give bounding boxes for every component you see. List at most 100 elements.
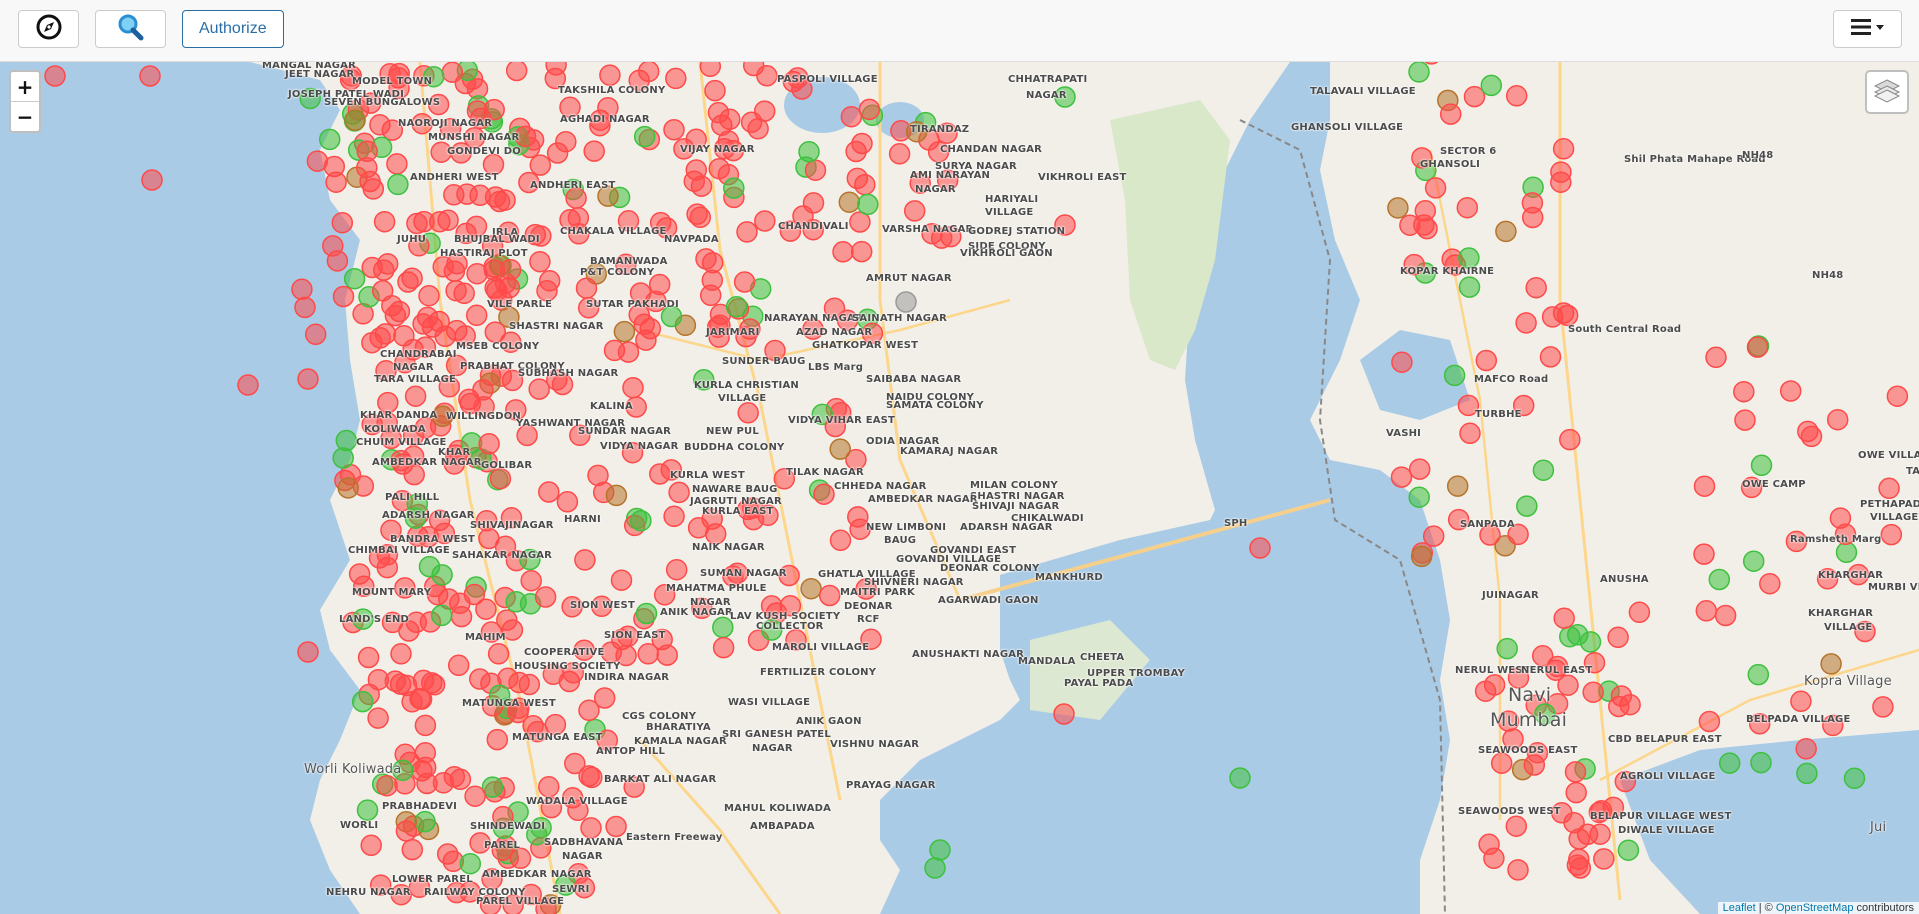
incident-marker[interactable] [141,169,163,191]
incident-marker[interactable] [348,563,371,585]
incident-marker[interactable] [344,109,366,131]
locate-button[interactable] [18,10,79,48]
incident-marker[interactable] [1872,696,1894,718]
incident-marker[interactable] [1495,220,1517,243]
incident-marker[interactable] [587,464,609,487]
incident-marker[interactable] [1229,767,1251,789]
incident-marker[interactable] [529,250,551,273]
incident-marker[interactable] [723,177,745,199]
incident-marker[interactable] [356,799,379,821]
incident-marker[interactable] [1408,458,1431,480]
incident-marker[interactable] [1582,681,1604,703]
incident-marker[interactable] [483,98,505,121]
incident-marker[interactable] [1553,607,1575,629]
incident-marker[interactable] [1557,674,1579,696]
incident-marker[interactable] [478,527,500,550]
incident-marker[interactable] [556,491,579,513]
incident-marker[interactable] [737,402,759,424]
incident-marker[interactable] [740,111,763,133]
incident-marker[interactable] [416,306,439,329]
incident-marker[interactable] [478,433,500,455]
menu-button[interactable] [1833,10,1902,48]
incident-marker[interactable] [1439,103,1462,125]
incident-marker[interactable] [322,235,344,257]
incident-marker[interactable] [1515,312,1537,334]
incident-marker[interactable] [1408,62,1430,83]
incident-marker[interactable] [742,62,765,77]
incident-marker[interactable] [1475,349,1498,372]
incident-marker[interactable] [665,67,687,90]
incident-marker[interactable] [464,785,486,807]
incident-marker[interactable] [369,114,391,136]
incident-marker[interactable] [895,291,917,313]
incident-marker[interactable] [1516,495,1538,517]
incident-marker[interactable] [1705,346,1727,369]
incident-marker[interactable] [1539,346,1562,368]
incident-marker[interactable] [505,62,528,82]
incident-marker[interactable] [1422,525,1445,547]
incident-marker[interactable] [404,385,427,407]
incident-marker[interactable] [1458,276,1481,298]
incident-marker[interactable] [463,583,486,606]
incident-marker[interactable] [465,304,488,327]
incident-marker[interactable] [1733,380,1755,403]
incident-marker[interactable] [903,200,926,222]
incident-marker[interactable] [707,101,730,124]
incident-marker[interactable] [447,654,470,677]
incident-marker[interactable] [1458,247,1480,269]
incident-marker[interactable] [1507,859,1529,881]
incident-marker[interactable] [858,98,881,121]
incident-marker[interactable] [318,128,341,151]
incident-marker[interactable] [489,467,512,490]
incident-marker[interactable] [294,296,316,319]
incident-marker[interactable] [529,154,552,176]
incident-marker[interactable] [1714,604,1737,627]
incident-marker[interactable] [851,132,873,155]
incident-marker[interactable] [800,577,822,600]
incident-marker[interactable] [804,159,827,181]
incident-marker[interactable] [1790,690,1812,713]
incident-marker[interactable] [1541,306,1564,328]
incident-marker[interactable] [1746,336,1769,358]
incident-marker[interactable] [538,776,560,798]
incident-marker[interactable] [469,184,491,207]
incident-marker[interactable] [929,839,951,861]
incident-marker[interactable] [1617,839,1640,861]
incident-marker[interactable] [635,602,658,625]
incident-marker[interactable] [1480,74,1503,97]
incident-marker[interactable] [1523,754,1546,776]
incident-marker[interactable] [1750,751,1772,774]
authorize-button[interactable]: Authorize [182,10,284,48]
incident-marker[interactable] [575,277,598,299]
incident-marker[interactable] [663,118,685,141]
incident-marker[interactable] [613,320,636,343]
incident-marker[interactable] [331,211,354,234]
incident-marker[interactable] [708,157,730,180]
incident-marker[interactable] [453,282,475,305]
incident-marker[interactable] [1563,811,1585,834]
incident-marker[interactable] [1390,466,1413,488]
incident-marker[interactable] [850,240,873,263]
incident-marker[interactable] [1532,459,1555,481]
incident-marker[interactable] [1759,572,1781,595]
incident-marker[interactable] [1552,138,1575,160]
incident-marker[interactable] [1478,833,1500,856]
incident-marker[interactable] [337,477,359,499]
incident-marker[interactable] [401,838,424,861]
incident-marker[interactable] [686,203,708,225]
incident-marker[interactable] [376,774,398,797]
incident-marker[interactable] [414,810,436,833]
incident-marker[interactable] [1568,848,1590,870]
incident-marker[interactable] [888,143,911,165]
incident-marker[interactable] [430,604,453,627]
incident-marker[interactable] [704,79,726,102]
incident-marker[interactable] [423,673,446,696]
incident-marker[interactable] [1249,537,1271,559]
incident-marker[interactable] [829,529,852,552]
incident-marker[interactable] [599,64,621,86]
incident-marker[interactable] [1695,600,1718,622]
incident-marker[interactable] [610,569,633,591]
incident-marker[interactable] [332,447,354,469]
incident-marker[interactable] [1525,276,1547,299]
incident-marker[interactable] [429,210,451,233]
